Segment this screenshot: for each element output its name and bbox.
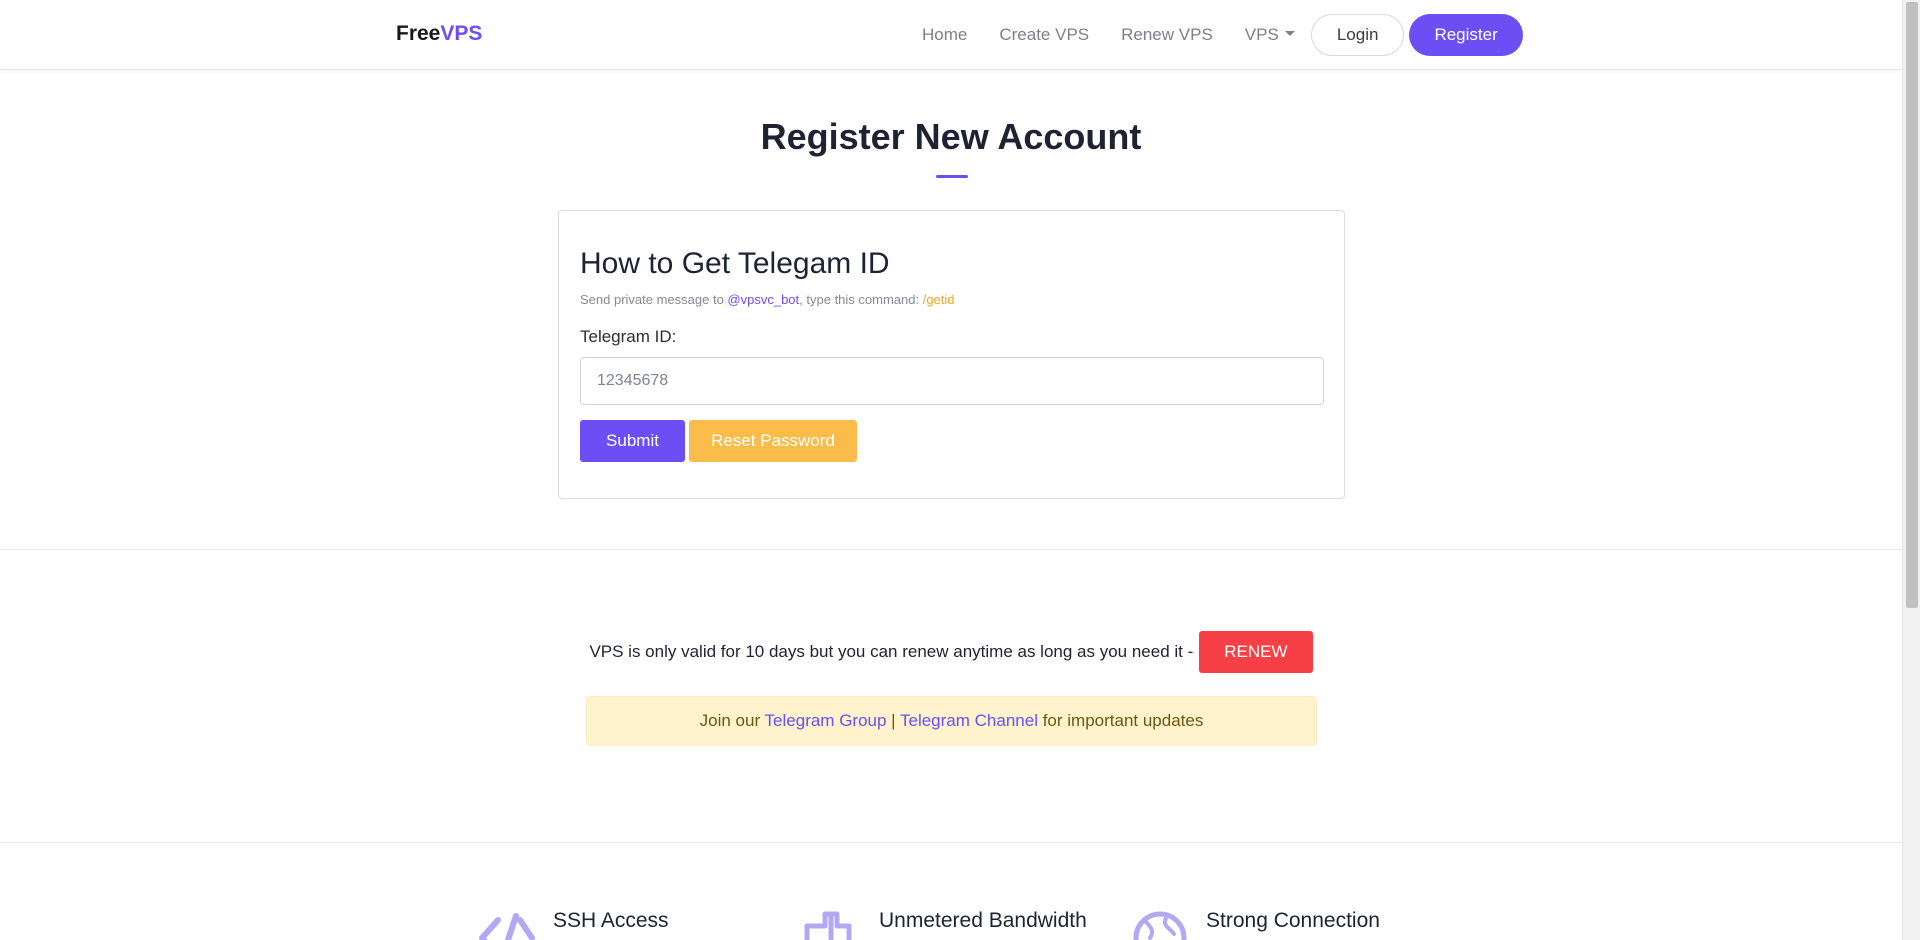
brand-prefix: Free — [396, 22, 441, 45]
submit-button[interactable]: Submit — [580, 420, 685, 462]
scrollbar-thumb[interactable] — [1906, 2, 1918, 608]
globe-icon — [1133, 911, 1187, 940]
caret-down-icon — [1284, 31, 1295, 37]
register-button[interactable]: Register — [1409, 14, 1523, 56]
telegram-channel-link[interactable]: Telegram Channel — [900, 711, 1038, 730]
card-help-text: Send private message to @vpsvc_bot, type… — [580, 292, 955, 307]
telegram-suffix: for important updates — [1037, 711, 1204, 730]
card-title: How to Get Telegam ID — [580, 247, 890, 280]
feature-title: Unmetered Bandwidth — [879, 909, 1087, 932]
navbar: FreeVPS Home Create VPS Renew VPS VPS Lo… — [0, 0, 1902, 70]
nav-vps-label: VPS — [1244, 25, 1279, 44]
nav-renew-vps[interactable]: Renew VPS — [1105, 14, 1229, 56]
renew-button[interactable]: RENEW — [1199, 631, 1313, 673]
telegram-separator: | — [886, 711, 900, 730]
nav-links: Home Create VPS Renew VPS VPS Login Regi… — [906, 14, 1523, 56]
feature-title: SSH Access — [553, 909, 669, 932]
telegram-group-link[interactable]: Telegram Group — [765, 711, 887, 730]
section-divider — [0, 842, 1902, 843]
bot-link[interactable]: @vpsvc_bot — [727, 292, 799, 307]
brand-accent: VPS — [440, 22, 483, 45]
code-icon — [479, 913, 535, 940]
validity-notice-text: VPS is only valid for 10 days but you ca… — [589, 642, 1194, 661]
brand-logo[interactable]: FreeVPS — [396, 22, 482, 46]
help-middle: , type this command: — [799, 292, 923, 307]
login-button[interactable]: Login — [1310, 14, 1405, 56]
reset-password-button[interactable]: Reset Password — [689, 420, 857, 462]
nav-vps-dropdown[interactable]: VPS — [1229, 14, 1311, 56]
validity-notice: VPS is only valid for 10 days but you ca… — [0, 631, 1902, 673]
nav-create-vps[interactable]: Create VPS — [983, 14, 1105, 56]
page-title: Register New Account — [760, 116, 1142, 157]
help-prefix: Send private message to — [580, 292, 728, 307]
register-card: How to Get Telegam ID Send private messa… — [558, 210, 1345, 499]
telegram-id-input[interactable] — [580, 357, 1324, 405]
plus-icon — [804, 911, 852, 940]
getid-command: /getid — [922, 292, 955, 307]
title-underline — [936, 175, 968, 178]
section-divider — [0, 549, 1902, 550]
feature-title: Strong Connection — [1206, 909, 1380, 932]
telegram-id-label: Telegram ID: — [580, 327, 677, 346]
telegram-alert: Join our Telegram Group | Telegram Chann… — [586, 696, 1317, 746]
scrollbar[interactable] — [1902, 0, 1920, 940]
telegram-prefix: Join our — [699, 711, 765, 730]
nav-home[interactable]: Home — [906, 14, 983, 56]
